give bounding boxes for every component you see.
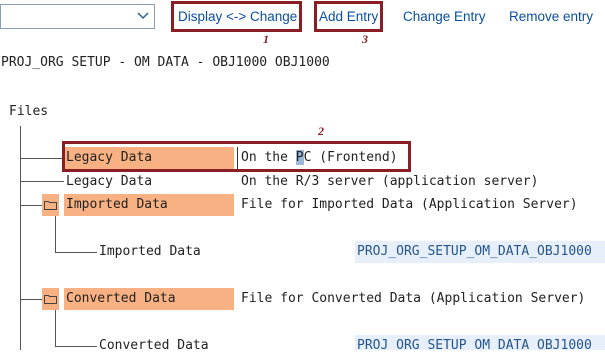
tree-sub-line — [55, 216, 56, 252]
node-description: File for Imported Data (Application Serv… — [241, 197, 578, 212]
tree-branch-line — [20, 181, 64, 182]
tree-branch-line — [20, 205, 42, 206]
tree-branch-line — [20, 299, 42, 300]
annotation-badge-2: 2 — [318, 124, 324, 138]
tree-node-imported-data[interactable]: Imported Data — [64, 194, 234, 216]
node-description: On the R/3 server (application server) — [241, 174, 539, 189]
tree-node-legacy-data-server[interactable]: Legacy Data — [66, 171, 152, 193]
page-title: PROJ_ORG SETUP - OM DATA - OBJ1000 OBJ10… — [1, 55, 330, 70]
chevron-down-icon — [137, 12, 149, 20]
tree-branch-line — [55, 252, 97, 253]
folder-icon[interactable] — [42, 288, 59, 310]
file-path-field[interactable]: PROJ_ORG_SETUP_OM_DATA_OBJ1000 — [355, 241, 605, 263]
tree-node-imported-data-file[interactable]: Imported Data — [99, 241, 201, 263]
tree-root-files[interactable]: Files — [9, 104, 48, 119]
add-entry-button[interactable]: Add Entry — [319, 8, 378, 26]
display-change-button[interactable]: Display <-> Change — [178, 8, 297, 26]
change-entry-button[interactable]: Change Entry — [403, 8, 486, 26]
highlight-box-2 — [62, 141, 411, 172]
tree-node-converted-data-file[interactable]: Converted Data — [99, 335, 209, 357]
annotation-badge-1: 1 — [263, 32, 269, 46]
tree-branch-line — [55, 346, 97, 347]
annotation-badge-3: 3 — [362, 32, 368, 46]
remove-entry-button[interactable]: Remove entry — [509, 8, 593, 26]
file-path-field[interactable]: PROJ_ORG_SETUP_OM_DATA_OBJ1000 — [355, 335, 605, 350]
node-description: File for Converted Data (Application Ser… — [241, 291, 586, 306]
object-select-dropdown[interactable] — [0, 4, 155, 29]
tree-branch-line — [20, 158, 64, 159]
tree-node-converted-data[interactable]: Converted Data — [64, 288, 234, 310]
tree-trunk-line — [20, 126, 21, 350]
folder-icon[interactable] — [42, 194, 59, 216]
tree-sub-line — [55, 310, 56, 346]
